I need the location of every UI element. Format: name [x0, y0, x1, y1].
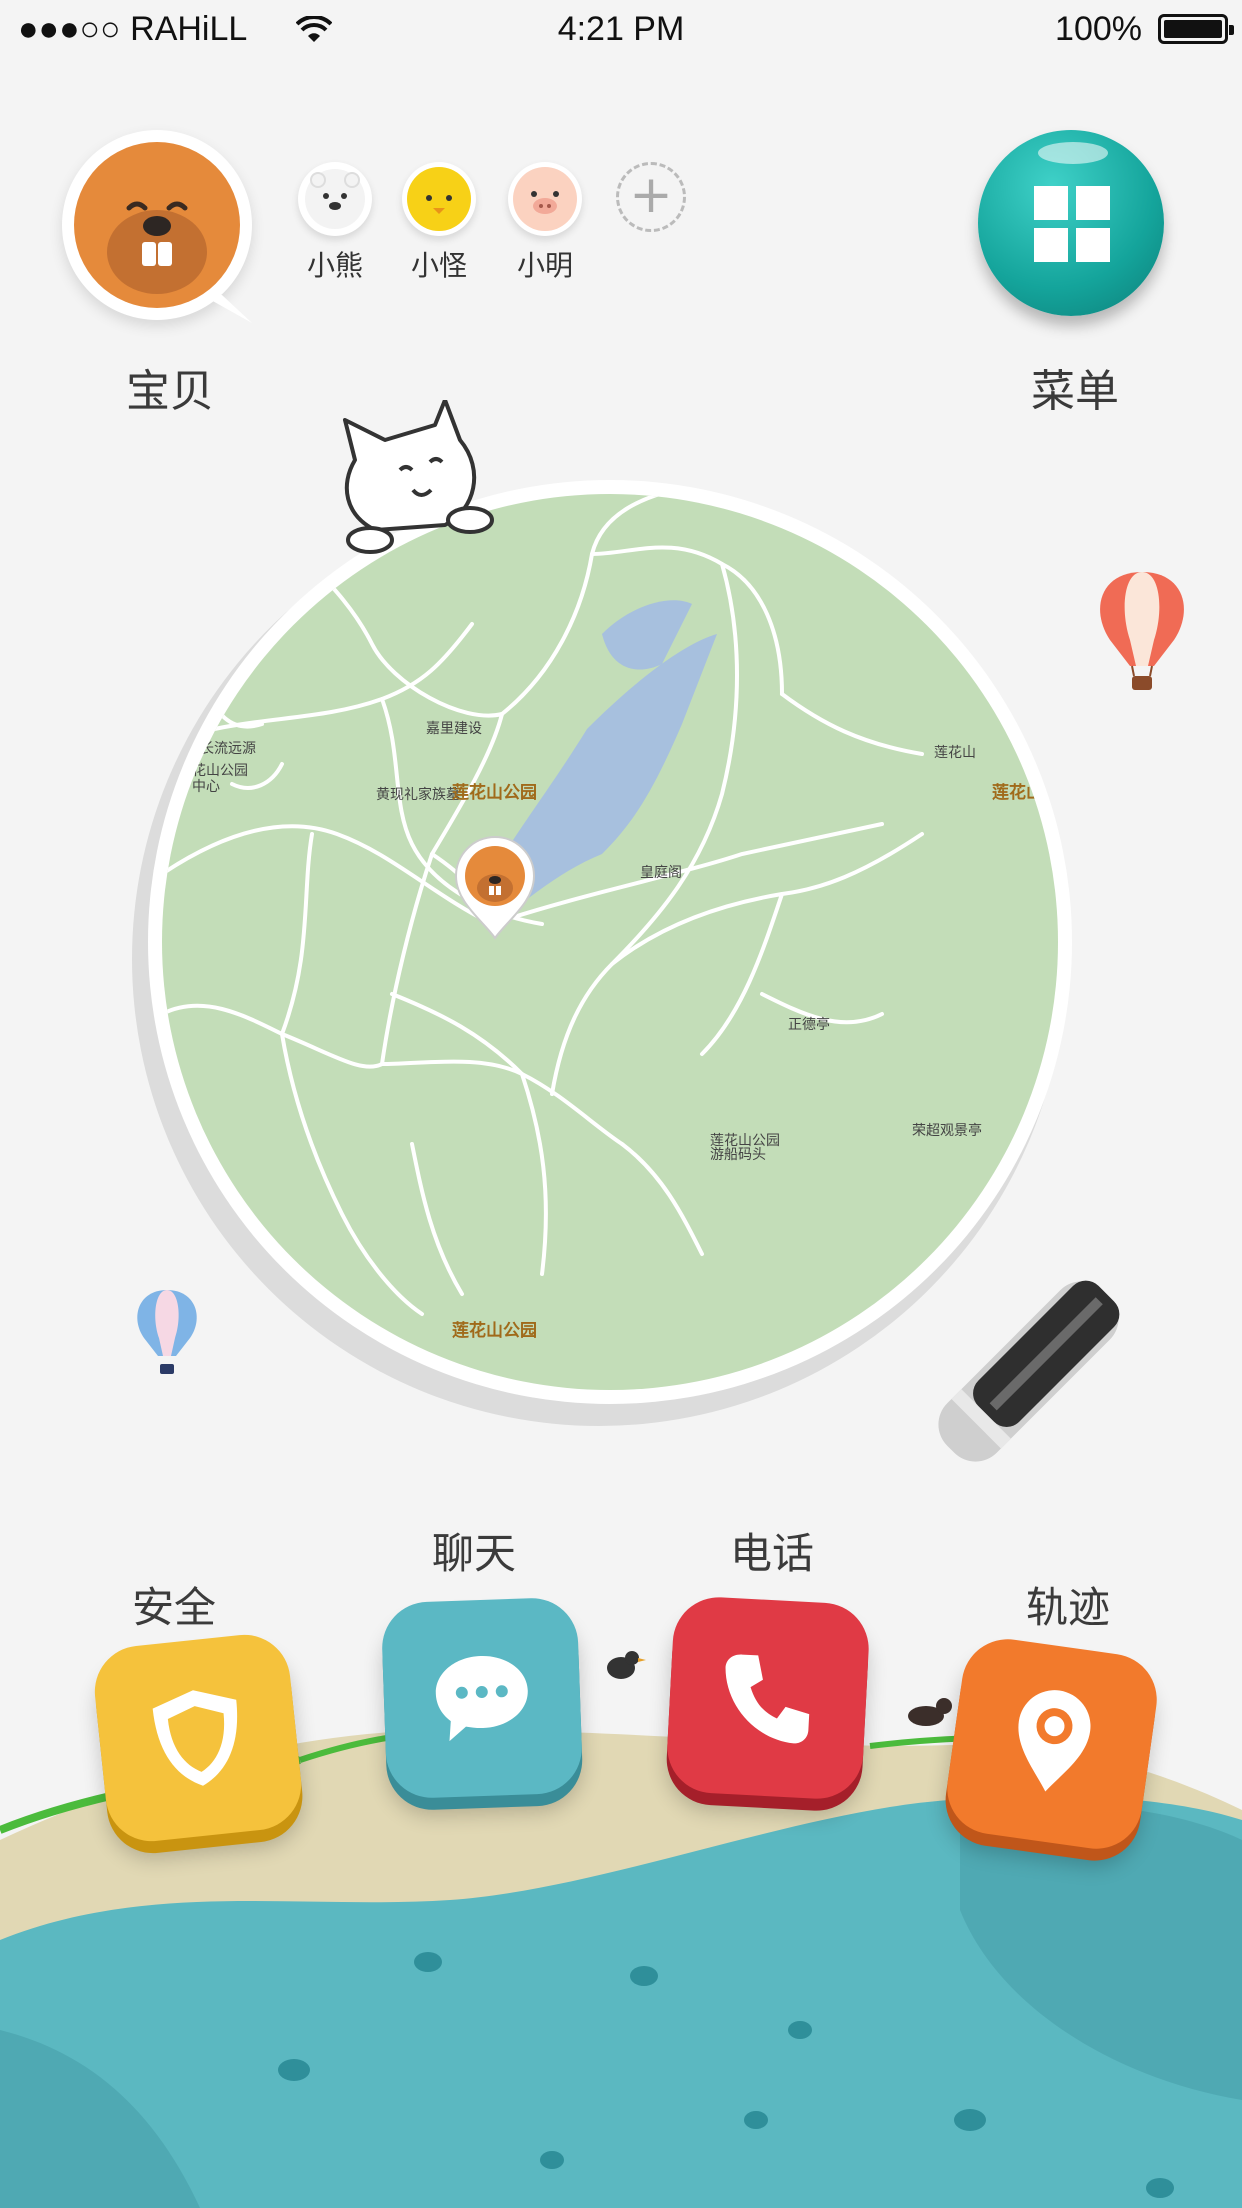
child-avatar-main[interactable]: [62, 130, 252, 323]
poi-lianhuashan[interactable]: 莲花山: [934, 742, 976, 762]
poi-lianhuashan-right[interactable]: 莲花山: [992, 778, 1043, 803]
map-view[interactable]: 嘉里建设 长流远源 花山公园 中心 黄现礼家族墓 莲花山公园 皇庭阁 莲花山 莲…: [162, 494, 1058, 1390]
child-avatar-xiaoming[interactable]: [508, 162, 582, 236]
poi-lianhuashan-park-1[interactable]: 莲花山公园: [452, 778, 537, 803]
child-name-xiaoming: 小明: [516, 249, 573, 282]
phone-button[interactable]: [665, 1595, 871, 1801]
shield-icon: [152, 1690, 238, 1786]
battery-icon: [1158, 14, 1234, 44]
battery-percent: 100%: [1055, 10, 1142, 48]
add-child-button[interactable]: +: [616, 162, 686, 232]
beaver-avatar-icon: [74, 142, 240, 308]
poi-zhongxin[interactable]: 中心: [192, 776, 220, 796]
child-location-pin-icon[interactable]: [452, 834, 538, 940]
track-button[interactable]: [941, 1633, 1163, 1855]
menu-label: 菜单: [1031, 366, 1119, 417]
chat-label: 聊天: [431, 1529, 516, 1578]
poi-huangxian[interactable]: 黄现礼家族墓: [376, 784, 460, 804]
poi-rongchao[interactable]: 荣超观景亭: [912, 1120, 982, 1140]
track-label: 轨迹: [1025, 1583, 1110, 1632]
child-name-xiaoxiong: 小熊: [306, 249, 363, 282]
child-avatar-xiaoxiong[interactable]: [298, 162, 372, 236]
grid-icon: [1034, 186, 1110, 262]
poi-zhengde[interactable]: 正德亭: [788, 1014, 830, 1034]
menu-button[interactable]: [978, 130, 1164, 316]
pig-icon: [513, 167, 577, 231]
chick-icon: [407, 167, 471, 231]
status-bar: ●●●○○ RAHiLL 4:21 PM 100%: [0, 0, 1242, 60]
location-pin-icon: [1018, 1690, 1091, 1792]
chat-bubble-icon: [435, 1656, 528, 1742]
speech-tail-icon: [202, 295, 252, 323]
menu-gloss: [1038, 142, 1108, 164]
poi-huangting[interactable]: 皇庭阁: [640, 862, 682, 882]
poi-jiali[interactable]: 嘉里建设: [426, 718, 482, 738]
cat-mascot-icon: [343, 400, 494, 554]
main-child-label: 宝贝: [126, 366, 214, 417]
phone-icon: [725, 1654, 810, 1744]
child-avatar-xiaoguai[interactable]: [402, 162, 476, 236]
chat-button[interactable]: [380, 1596, 584, 1800]
hot-air-balloon-red-icon: [1100, 572, 1184, 690]
phone-label: 电话: [729, 1529, 814, 1578]
child-name-xiaoguai: 小怪: [410, 249, 467, 282]
polar-bear-icon: [305, 169, 365, 229]
poi-matou-2[interactable]: 游船码头: [710, 1144, 766, 1164]
bird-icon: [607, 1651, 646, 1679]
poi-changliu[interactable]: 长流远源: [200, 738, 256, 758]
safety-button[interactable]: [90, 1630, 306, 1846]
poi-lianhuashan-park-2[interactable]: 莲花山公园: [452, 1316, 537, 1341]
safety-label: 安全: [131, 1583, 216, 1632]
squirrel-icon: [908, 1698, 952, 1726]
map-roads: [162, 494, 924, 1390]
